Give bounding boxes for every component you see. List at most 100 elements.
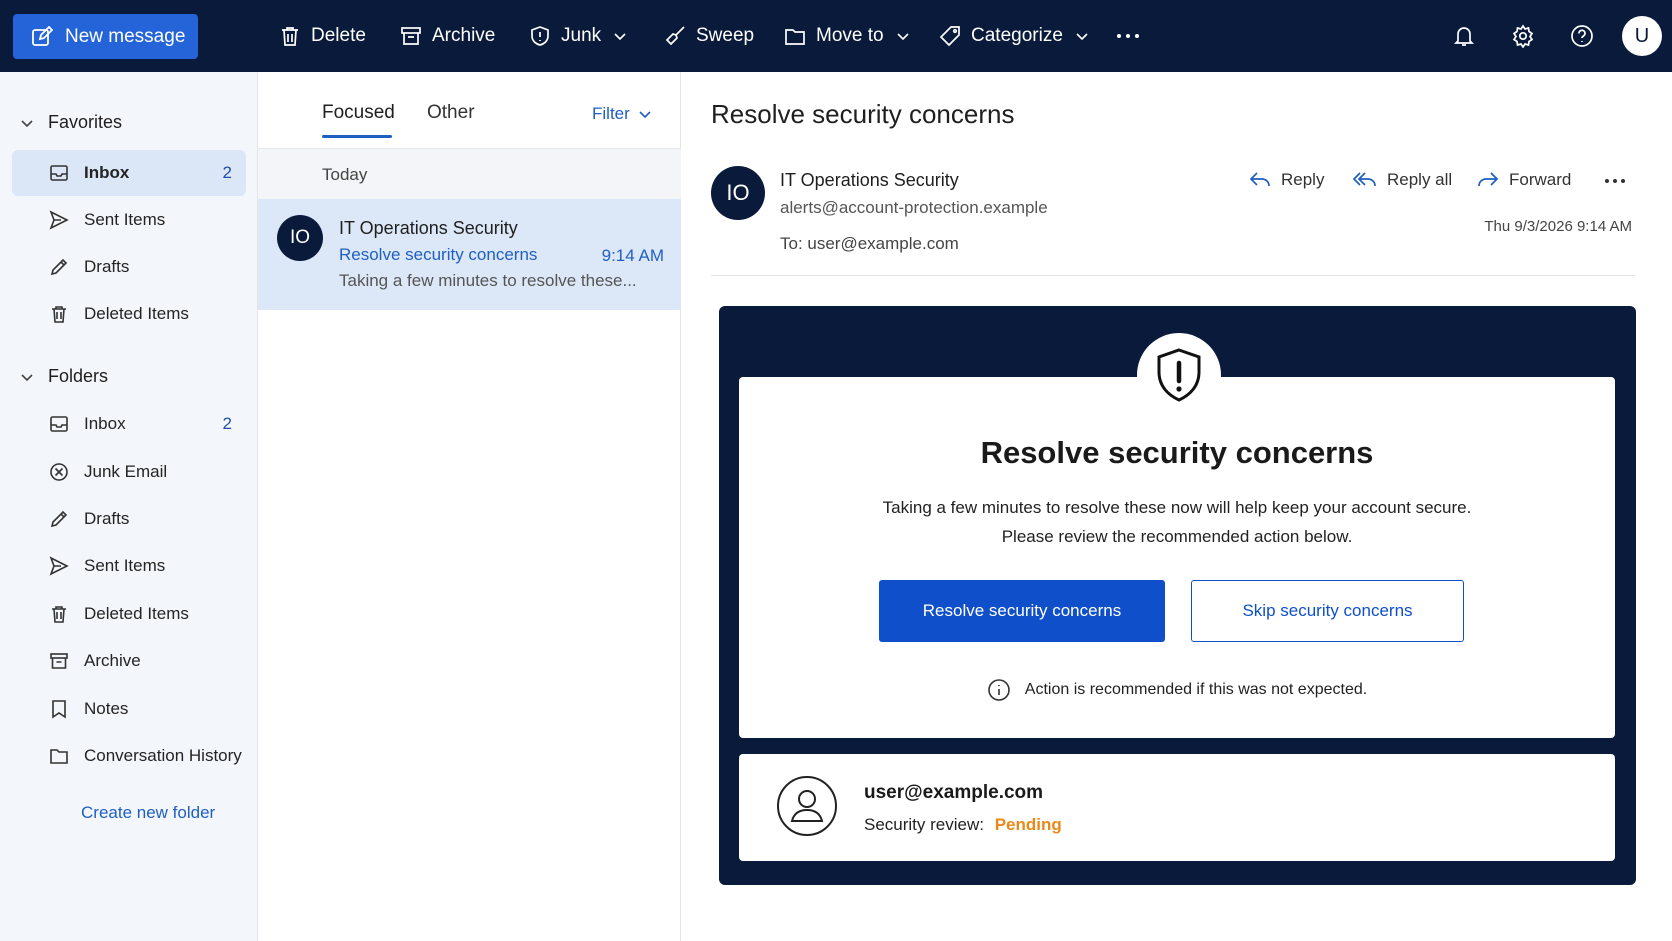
notice-body-line2: Please review the recommended action bel…	[1001, 527, 1353, 546]
gear-icon	[1511, 24, 1535, 48]
trash-icon	[48, 303, 70, 325]
help-button[interactable]	[1562, 0, 1602, 72]
chevron-down-icon	[20, 116, 34, 130]
folder-item-junk-email[interactable]: Junk Email	[12, 449, 246, 495]
nav-item-label: Inbox	[84, 163, 130, 182]
filter-label: Filter	[592, 104, 630, 123]
broom-icon	[664, 25, 686, 47]
bell-icon	[1452, 24, 1476, 48]
inbox-icon	[48, 413, 70, 435]
folder-pane: Favorites Inbox 2 Sent Items Drafts Dele…	[0, 72, 258, 941]
reply-all-button[interactable]: Reply all	[1353, 170, 1452, 190]
pencil-icon	[48, 256, 70, 278]
top-toolbar: New message Delete Archive Junk Sweep Mo…	[0, 0, 1672, 72]
sender-name[interactable]: IT Operations Security	[780, 170, 959, 191]
notice-title: Resolve security concerns	[980, 435, 1374, 470]
favorites-section-header[interactable]: Favorites	[20, 112, 122, 133]
inbox-tabs: Focused Other Filter	[258, 72, 681, 149]
reply-all-label: Reply all	[1387, 170, 1453, 189]
new-message-button[interactable]: New message	[13, 14, 198, 59]
more-actions-button[interactable]	[1108, 0, 1148, 72]
sender-avatar: IO	[711, 166, 765, 220]
header-divider	[711, 275, 1635, 276]
help-icon	[1570, 24, 1594, 48]
folder-item-inbox[interactable]: Inbox 2	[12, 401, 246, 447]
favorites-item-inbox[interactable]: Inbox 2	[12, 150, 246, 196]
nav-item-label: Junk Email	[84, 462, 168, 481]
junk-label: Junk	[561, 25, 602, 46]
sweep-button[interactable]: Sweep	[664, 0, 754, 72]
folder-item-notes[interactable]: Notes	[12, 686, 246, 732]
received-date: Thu 9/3/2026 9:14 AM	[1484, 218, 1632, 235]
reply-button[interactable]: Reply	[1249, 170, 1324, 190]
send-icon	[48, 555, 70, 577]
status-badge: Pending	[994, 815, 1062, 834]
skip-security-concerns-button[interactable]: Skip security concerns	[1191, 580, 1464, 642]
delete-button[interactable]: Delete	[279, 0, 366, 72]
security-review-status: Security review: Pending	[864, 815, 1062, 835]
create-new-folder-link[interactable]: Create new folder	[81, 803, 215, 823]
folders-label: Folders	[48, 366, 109, 386]
message-time: 9:14 AM	[601, 246, 664, 265]
nav-item-label: Inbox	[84, 414, 126, 433]
active-tab-indicator	[322, 135, 392, 138]
notice-footnote: Action is recommended if this was not ex…	[739, 678, 1615, 702]
group-label: Today	[322, 165, 368, 184]
user-avatar-icon	[776, 775, 838, 837]
nav-item-label: Notes	[84, 699, 129, 718]
favorites-item-sent-items[interactable]: Sent Items	[12, 197, 246, 243]
more-actions-button[interactable]	[1604, 178, 1626, 184]
forward-label: Forward	[1509, 170, 1572, 189]
folder-icon	[48, 745, 70, 767]
reply-icon	[1249, 170, 1271, 190]
forward-button[interactable]: Forward	[1477, 170, 1571, 190]
footnote-text: Action is recommended if this was not ex…	[1024, 681, 1368, 698]
shield-badge	[1137, 333, 1221, 417]
folder-item-deleted-items[interactable]: Deleted Items	[12, 591, 246, 637]
resolve-security-concerns-button[interactable]: Resolve security concerns	[879, 580, 1165, 642]
message-preview: Taking a few minutes to resolve these...	[339, 271, 637, 290]
folder-item-sent-items[interactable]: Sent Items	[12, 543, 246, 589]
favorites-item-drafts[interactable]: Drafts	[12, 244, 246, 290]
favorites-item-deleted-items[interactable]: Deleted Items	[12, 291, 246, 337]
notice-body-line1: Taking a few minutes to resolve these no…	[882, 498, 1472, 517]
folder-item-archive[interactable]: Archive	[12, 638, 246, 684]
tab-focused[interactable]: Focused	[322, 102, 395, 124]
archive-button[interactable]: Archive	[400, 0, 495, 72]
tab-other[interactable]: Other	[427, 102, 475, 124]
folder-item-drafts[interactable]: Drafts	[12, 496, 246, 542]
nav-item-label: Drafts	[84, 509, 130, 528]
categorize-label: Categorize	[971, 25, 1063, 46]
junk-icon	[48, 461, 70, 483]
filter-button[interactable]: Filter	[592, 104, 652, 124]
inbox-icon	[48, 162, 70, 184]
message-row[interactable]: IO IT Operations Security Resolve securi…	[258, 199, 681, 310]
sender-avatar: IO	[277, 215, 323, 261]
more-dots-icon	[1604, 178, 1626, 184]
nav-item-label: Drafts	[84, 257, 130, 276]
nav-item-label: Deleted Items	[84, 304, 189, 323]
trash-icon	[279, 25, 301, 47]
trash-icon	[48, 603, 70, 625]
message-list: Focused Other Filter Today IO IT Operati…	[258, 72, 681, 941]
folder-item-conversation-history[interactable]: Conversation History	[12, 733, 246, 779]
account-avatar[interactable]: U	[1622, 16, 1662, 56]
review-label: Security review:	[864, 815, 984, 834]
shield-icon	[529, 25, 551, 47]
delete-label: Delete	[311, 25, 366, 46]
chevron-down-icon	[20, 370, 34, 384]
sweep-label: Sweep	[696, 25, 755, 46]
more-dots-icon	[1116, 33, 1140, 39]
new-message-label: New message	[65, 25, 186, 47]
email-subject: Resolve security concerns	[711, 99, 1015, 129]
favorites-label: Favorites	[48, 112, 123, 132]
compose-icon	[31, 25, 53, 48]
settings-button[interactable]	[1503, 0, 1543, 72]
notifications-button[interactable]	[1444, 0, 1484, 72]
junk-button[interactable]: Junk	[529, 0, 627, 72]
folders-section-header[interactable]: Folders	[20, 366, 108, 387]
chevron-down-icon	[896, 29, 910, 43]
reply-all-icon	[1353, 170, 1377, 190]
categorize-button[interactable]: Categorize	[939, 0, 1089, 72]
move-to-button[interactable]: Move to	[784, 0, 910, 72]
